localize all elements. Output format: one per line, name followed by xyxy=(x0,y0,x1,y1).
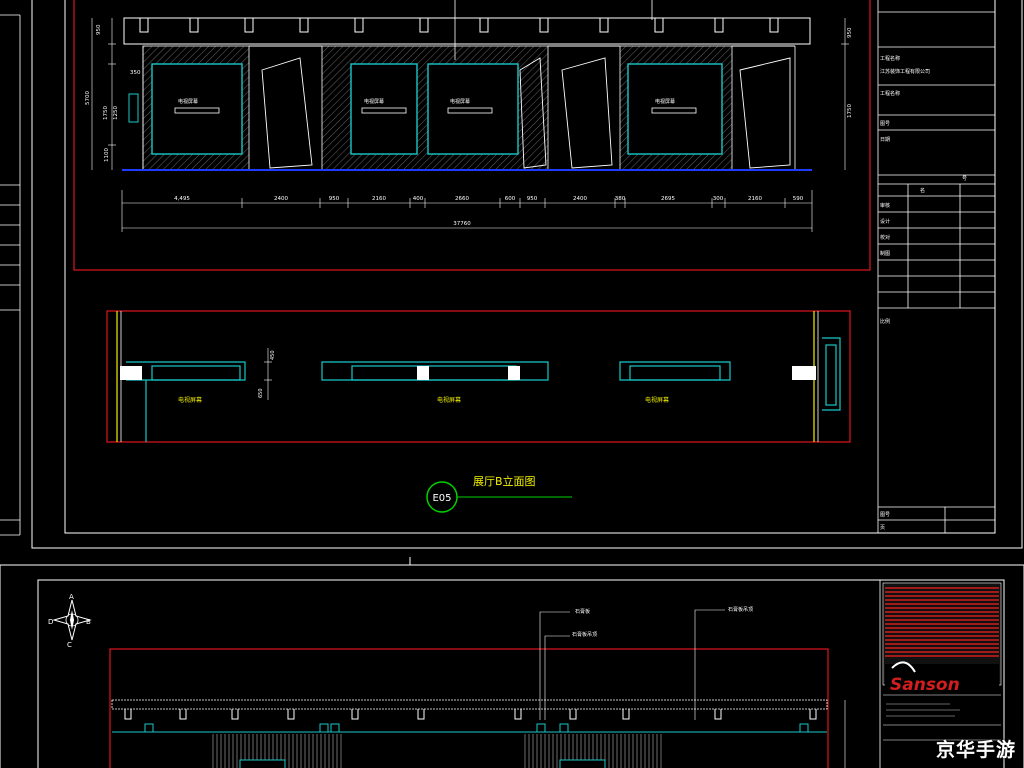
dim-r-0: 950 xyxy=(847,27,853,38)
dim-w-10: 2695 xyxy=(661,196,675,202)
tb-row-8: 比例 xyxy=(880,318,890,325)
plan-label-1: 电视屏幕 xyxy=(178,396,202,404)
plan-view: 450 650 电视屏幕 电视屏幕 电视屏幕 xyxy=(116,311,841,442)
dim-w-8: 2400 xyxy=(573,196,587,202)
dim-w-2: 950 xyxy=(329,196,340,202)
drawing-tag: E05 展厅B立面图 xyxy=(426,474,572,513)
tb-row-4: 审核 xyxy=(880,202,890,209)
plan-label-2: 电视屏幕 xyxy=(437,396,461,404)
dim-w-7: 950 xyxy=(527,196,538,202)
plan-border xyxy=(106,310,851,443)
dim-h-0: 950 xyxy=(96,24,102,35)
dim-w-9: 380 xyxy=(615,196,626,202)
tb-row-1: 工程名称 xyxy=(880,90,900,97)
elevation-view: 电视屏幕 电视屏幕 电视屏幕 电视屏幕 950 350 1750 1250 11… xyxy=(85,0,853,232)
tb-row-6: 校对 xyxy=(880,234,890,241)
compass-s: C xyxy=(67,641,72,649)
dim-h-1: 350 xyxy=(130,70,141,76)
dim-total: 37760 xyxy=(453,221,471,227)
tb-row-7: 制图 xyxy=(880,250,890,257)
left-sheet-fragment xyxy=(0,14,21,536)
drawing-title: 展厅B立面图 xyxy=(473,474,536,488)
dim-w-11: 300 xyxy=(713,196,724,202)
tb-footer-1: 页 xyxy=(880,525,885,531)
logo-block: Sanson xyxy=(882,582,1002,741)
tb-row-0: 工程名称 xyxy=(880,55,900,62)
plan-dim-0: 450 xyxy=(270,350,276,360)
dim-h-5: 5700 xyxy=(85,91,91,105)
tb-col-1: 号 xyxy=(962,176,967,182)
panel-label-2: 电视屏幕 xyxy=(364,98,384,105)
lower-label-2: 石膏板吊顶 xyxy=(728,606,753,613)
dim-w-4: 400 xyxy=(413,196,424,202)
dim-w-6: 600 xyxy=(505,196,516,202)
lower-sheet: A B C D 石膏板 石膏板吊顶 石膏板吊顶 Sanson xyxy=(0,564,1024,768)
dim-h-2: 1750 xyxy=(103,106,109,120)
logo-text: Sanson xyxy=(890,675,960,695)
tb-row-3: 日期 xyxy=(880,137,890,143)
dim-w-3: 2160 xyxy=(372,196,386,202)
dim-w-5: 2660 xyxy=(455,196,469,202)
ceiling-band xyxy=(123,17,811,45)
drawing-code: E05 xyxy=(432,493,451,504)
title-block xyxy=(877,0,995,533)
tb-row-5: 设计 xyxy=(880,218,890,225)
panel-label-1: 电视屏幕 xyxy=(178,98,198,105)
left-wall-box xyxy=(128,93,139,123)
cad-drawing: 电视屏幕 电视屏幕 电视屏幕 电视屏幕 950 350 1750 1250 11… xyxy=(0,0,1024,768)
plan-dim-1: 650 xyxy=(258,388,264,398)
tb-company: 江苏装饰工程有限公司 xyxy=(880,68,930,75)
compass-w: D xyxy=(48,618,53,626)
dim-h-3: 1250 xyxy=(113,106,119,120)
watermark: 京华手游 xyxy=(935,739,1016,761)
dim-w-1: 2400 xyxy=(274,196,288,202)
dim-r-1: 1750 xyxy=(847,104,853,118)
tb-footer-0: 图号 xyxy=(880,512,890,518)
dim-w-0: 4,495 xyxy=(174,196,190,202)
panel-label-3: 电视屏幕 xyxy=(450,98,470,105)
display-panels xyxy=(151,63,723,155)
compass-e: B xyxy=(86,618,91,626)
tb-row-2: 图号 xyxy=(880,121,890,127)
compass-n: A xyxy=(69,593,74,601)
lower-label-0: 石膏板 xyxy=(575,608,590,615)
compass-icon: A B C D xyxy=(48,593,92,649)
lower-label-1: 石膏板吊顶 xyxy=(572,631,597,638)
dim-h-4: 1100 xyxy=(104,148,110,162)
dim-w-12: 2160 xyxy=(748,196,762,202)
tb-col-0: 名 xyxy=(920,187,925,194)
dim-w-13: 590 xyxy=(793,196,804,202)
panel-label-4: 电视屏幕 xyxy=(655,98,675,105)
plan-label-3: 电视屏幕 xyxy=(645,396,669,404)
ceiling-brackets xyxy=(139,18,779,33)
